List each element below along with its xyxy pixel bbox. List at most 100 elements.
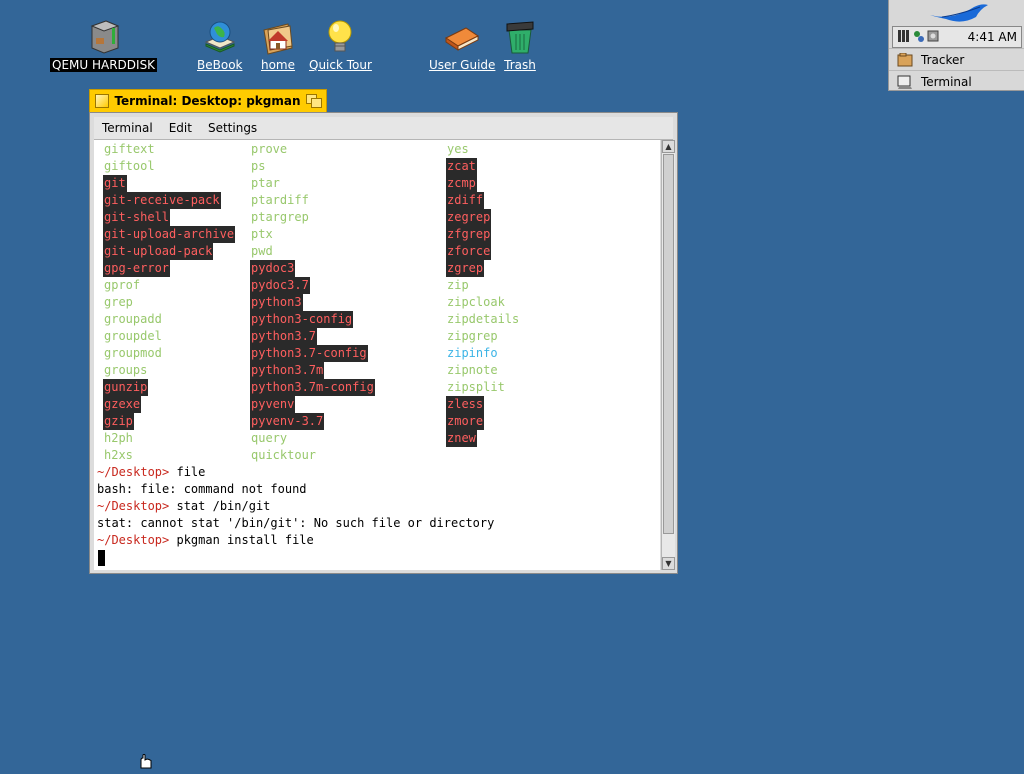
listing-row: git-upload-archive ptx zfgrep xyxy=(94,226,660,243)
listing-row: git-shell ptargrep zegrep xyxy=(94,209,660,226)
listing-entry: git-shell xyxy=(103,209,171,226)
listing-entry: groupadd xyxy=(104,312,162,326)
listing-row: git ptar zcmp xyxy=(94,175,660,192)
vertical-scrollbar[interactable]: ▲ ▼ xyxy=(661,140,675,570)
lightbulb-icon xyxy=(320,18,360,56)
listing-entry: python3-config xyxy=(250,311,354,328)
listing-row: groupdel python3.7 zipgrep xyxy=(94,328,660,345)
hand-pointer-icon xyxy=(137,754,155,774)
listing-entry: query xyxy=(251,431,288,445)
session-text: bash: file: command not found xyxy=(97,482,307,496)
harddisk-icon xyxy=(84,18,124,56)
session-line: ~/Desktop> file xyxy=(97,464,660,481)
session-text: stat /bin/git xyxy=(169,499,271,513)
listing-row: gpg-error pydoc3 zgrep xyxy=(94,260,660,277)
terminal-window: Terminal Edit Settings giftext prove yes gi… xyxy=(89,112,678,574)
listing-entry: git xyxy=(103,175,127,192)
listing-entry: zdiff xyxy=(446,192,485,209)
listing-entry: gzexe xyxy=(103,396,142,413)
close-button[interactable] xyxy=(95,94,109,108)
user-guide-desktop-icon[interactable]: User Guide xyxy=(427,18,497,72)
listing-row: gprof pydoc3.7 zip xyxy=(94,277,660,294)
menu-settings[interactable]: Settings xyxy=(200,121,265,135)
shell-prompt: ~/Desktop> xyxy=(97,465,170,479)
listing-entry: zipdetails xyxy=(447,312,520,326)
scroll-up-arrow-icon[interactable]: ▲ xyxy=(662,140,675,153)
system-tray: 4:41 AM xyxy=(892,26,1022,48)
scroll-down-arrow-icon[interactable]: ▼ xyxy=(662,557,675,570)
desktop-icon-label: home xyxy=(260,58,296,72)
terminal-icon xyxy=(897,75,913,89)
listing-row: groupadd python3-config zipdetails xyxy=(94,311,660,328)
listing-entry: ptardiff xyxy=(251,193,309,207)
listing-entry: zless xyxy=(446,396,485,413)
deskbar-item-tracker[interactable]: Tracker xyxy=(889,48,1024,70)
deskbar-item-terminal[interactable]: Terminal xyxy=(889,70,1024,92)
listing-entry: zforce xyxy=(446,243,492,260)
listing-row: gzexe pyvenv zless xyxy=(94,396,660,413)
session-text: stat: cannot stat '/bin/git': No such fi… xyxy=(97,516,495,530)
shell-prompt: ~/Desktop> xyxy=(97,533,170,547)
listing-entry: grep xyxy=(104,295,133,309)
session-text: pkgman install file xyxy=(169,533,314,547)
clock[interactable]: 4:41 AM xyxy=(968,30,1017,44)
listing-entry: groups xyxy=(104,363,148,377)
scroll-thumb[interactable] xyxy=(663,154,674,534)
session-line: stat: cannot stat '/bin/git': No such fi… xyxy=(97,515,660,532)
desktop: QEMU HARDDISK BeBook home Quick Tour Use… xyxy=(0,0,1024,769)
window-tab[interactable]: Terminal: Desktop: pkgman xyxy=(89,89,327,112)
listing-entry: zfgrep xyxy=(446,226,492,243)
trash-desktop-icon[interactable]: Trash xyxy=(500,18,540,72)
book-icon xyxy=(442,18,482,56)
listing-entry: python3.7m-config xyxy=(250,379,375,396)
listing-entry: zmore xyxy=(446,413,485,430)
tracker-icon xyxy=(897,52,913,67)
listing-entry: zgrep xyxy=(446,260,485,277)
session-line: ~/Desktop> stat /bin/git xyxy=(97,498,660,515)
listing-entry: zipcloak xyxy=(447,295,505,309)
haiku-leaf-icon[interactable] xyxy=(889,0,1024,26)
listing-entry: python3.7-config xyxy=(250,345,368,362)
text-cursor xyxy=(98,550,105,566)
listing-entry: gpg-error xyxy=(103,260,171,277)
bebook-desktop-icon[interactable]: BeBook xyxy=(195,18,244,72)
listing-entry: git-upload-pack xyxy=(103,243,214,260)
listing-row: groups python3.7m zipnote xyxy=(94,362,660,379)
window-title: Terminal: Desktop: pkgman xyxy=(114,94,301,108)
listing-entry: zegrep xyxy=(446,209,492,226)
listing-row: groupmod python3.7-config zipinfo xyxy=(94,345,660,362)
menu-terminal[interactable]: Terminal xyxy=(94,121,161,135)
listing-entry: ptx xyxy=(251,227,273,241)
home-desktop-icon[interactable]: home xyxy=(258,18,298,72)
session-line: ~/Desktop> pkgman install file xyxy=(97,532,660,549)
listing-row: h2xs quicktour xyxy=(94,447,660,464)
listing-entry: pwd xyxy=(251,244,273,258)
listing-entry: ptargrep xyxy=(251,210,309,224)
quick-tour-desktop-icon[interactable]: Quick Tour xyxy=(307,18,374,72)
desktop-icon-label: Quick Tour xyxy=(309,58,372,72)
listing-entry: pyvenv-3.7 xyxy=(250,413,325,430)
listing-entry: python3 xyxy=(250,294,303,311)
listing-entry: groupmod xyxy=(104,346,162,360)
listing-entry: python3.7m xyxy=(250,362,325,379)
listing-entry: prove xyxy=(251,142,288,156)
listing-row: grep python3 zipcloak xyxy=(94,294,660,311)
desktop-icon-label: BeBook xyxy=(197,58,243,72)
listing-entry: groupdel xyxy=(104,329,162,343)
tray-icons[interactable] xyxy=(897,28,947,47)
menu-bar: Terminal Edit Settings xyxy=(94,117,673,140)
qemu-harddisk-desktop-icon[interactable]: QEMU HARDDISK xyxy=(50,18,158,72)
menu-edit[interactable]: Edit xyxy=(161,121,200,135)
desktop-icon-label: User Guide xyxy=(429,58,496,72)
listing-entry: python3.7 xyxy=(250,328,318,345)
zoom-button[interactable] xyxy=(306,94,322,108)
listing-entry: gprof xyxy=(104,278,141,292)
listing-row: giftext prove yes xyxy=(94,141,660,158)
listing-entry: zipnote xyxy=(447,363,498,377)
listing-entry: zcat xyxy=(446,158,477,175)
listing-row: giftool ps zcat xyxy=(94,158,660,175)
desktop-icon-label: Trash xyxy=(504,58,536,72)
session-text: file xyxy=(169,465,206,479)
terminal-view[interactable]: giftext prove yes giftool ps zcat git ptar zcmp g… xyxy=(94,140,660,570)
listing-entry: zcmp xyxy=(446,175,477,192)
